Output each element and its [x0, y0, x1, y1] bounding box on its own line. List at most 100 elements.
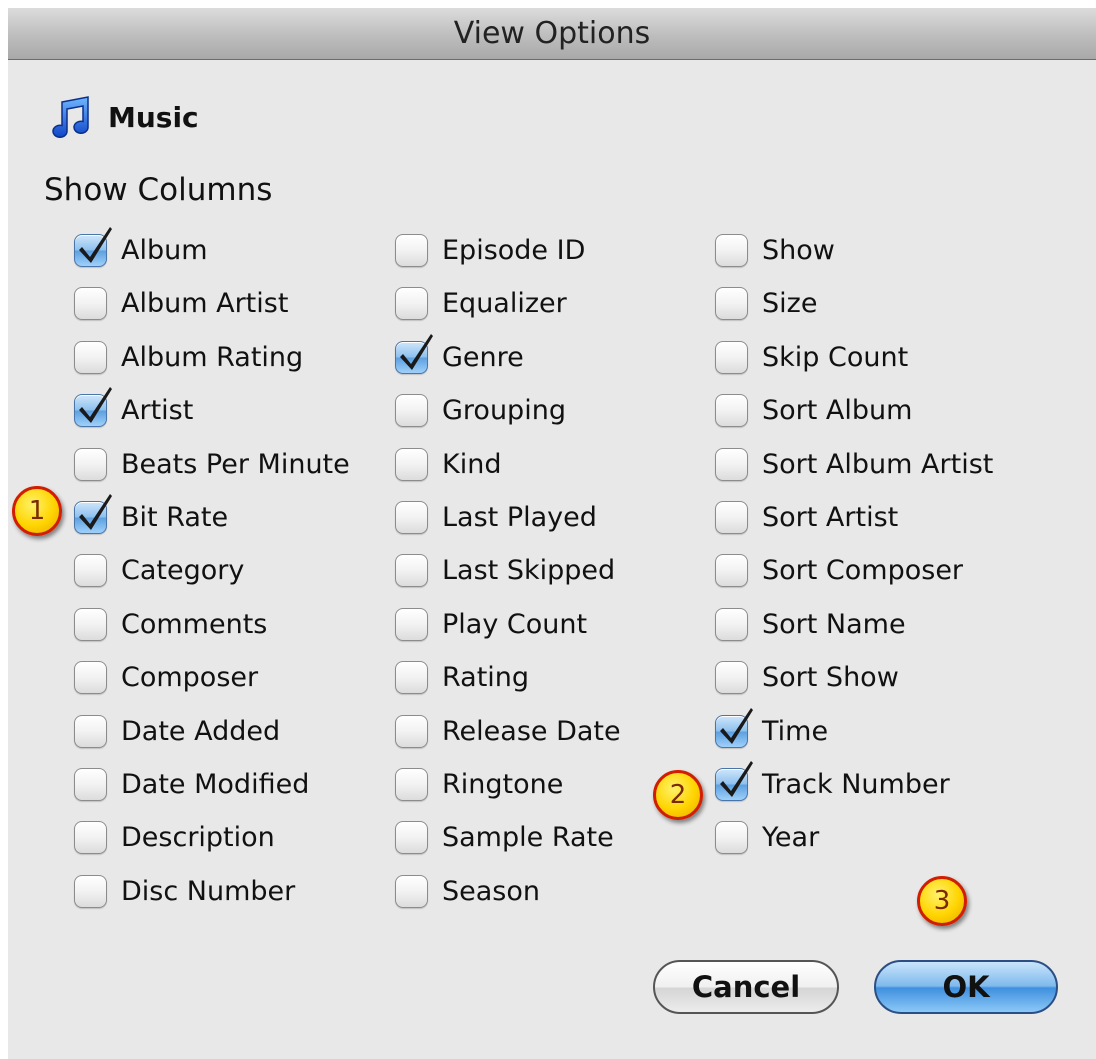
checkbox-unchecked[interactable] — [395, 500, 428, 534]
column-option-row[interactable]: Rating — [395, 657, 529, 697]
checkbox-unchecked[interactable] — [715, 393, 748, 427]
checkbox-unchecked[interactable] — [715, 500, 748, 534]
checkbox-label[interactable]: Kind — [442, 449, 501, 480]
column-option-row[interactable]: Show — [715, 230, 835, 270]
checkbox-label[interactable]: Beats Per Minute — [121, 449, 350, 480]
column-option-row[interactable]: Play Count — [395, 604, 587, 644]
column-option-row[interactable]: Time — [715, 707, 828, 751]
cancel-button[interactable]: Cancel — [653, 960, 839, 1014]
checkbox-label[interactable]: Category — [121, 555, 244, 586]
checkbox-label[interactable]: Time — [762, 716, 828, 747]
checkbox-label[interactable]: Sort Album — [762, 395, 912, 426]
column-option-row[interactable]: Beats Per Minute — [74, 444, 350, 484]
checkbox-label[interactable]: Track Number — [762, 769, 950, 800]
checkbox-label[interactable]: Album Rating — [121, 342, 303, 373]
column-option-row[interactable]: Sort Name — [715, 604, 906, 644]
checkbox-unchecked[interactable] — [715, 286, 748, 320]
checkbox-label[interactable]: Comments — [121, 609, 267, 640]
column-option-row[interactable]: Comments — [74, 604, 267, 644]
column-option-row[interactable]: Composer — [74, 657, 258, 697]
checkbox-label[interactable]: Disc Number — [121, 876, 295, 907]
checkbox-unchecked[interactable] — [395, 767, 428, 801]
column-option-row[interactable]: Episode ID — [395, 230, 585, 270]
checkbox-checked[interactable] — [74, 386, 112, 427]
checkbox-unchecked[interactable] — [395, 820, 428, 854]
checkbox-label[interactable]: Sample Rate — [442, 822, 614, 853]
checkbox-label[interactable]: Year — [762, 822, 819, 853]
checkbox-label[interactable]: Last Played — [442, 502, 597, 533]
column-option-row[interactable]: Kind — [395, 444, 501, 484]
checkbox-unchecked[interactable] — [715, 233, 748, 267]
column-option-row[interactable]: Genre — [395, 333, 524, 377]
column-option-row[interactable]: Sort Show — [715, 657, 899, 697]
checkbox-label[interactable]: Description — [121, 822, 275, 853]
checkbox-unchecked[interactable] — [74, 820, 107, 854]
column-option-row[interactable]: Sample Rate — [395, 817, 614, 857]
checkbox-label[interactable]: Album — [121, 235, 208, 266]
checkbox-label[interactable]: Grouping — [442, 395, 566, 426]
checkbox-label[interactable]: Date Modified — [121, 769, 309, 800]
column-option-row[interactable]: Size — [715, 283, 817, 323]
checkbox-label[interactable]: Equalizer — [442, 288, 567, 319]
checkbox-checked[interactable] — [74, 493, 112, 534]
checkbox-unchecked[interactable] — [395, 233, 428, 267]
checkbox-label[interactable]: Bit Rate — [121, 502, 228, 533]
ok-button[interactable]: OK — [874, 960, 1058, 1014]
column-option-row[interactable]: Sort Album — [715, 390, 912, 430]
checkbox-label[interactable]: Show — [762, 235, 835, 266]
checkbox-label[interactable]: Ringtone — [442, 769, 563, 800]
checkbox-unchecked[interactable] — [715, 660, 748, 694]
checkbox-checked[interactable] — [715, 760, 753, 801]
column-option-row[interactable]: Sort Album Artist — [715, 444, 993, 484]
column-option-row[interactable]: Artist — [74, 386, 193, 430]
column-option-row[interactable]: Track Number — [715, 760, 950, 804]
column-option-row[interactable]: Album Artist — [74, 283, 288, 323]
checkbox-unchecked[interactable] — [74, 340, 107, 374]
checkbox-label[interactable]: Sort Composer — [762, 555, 963, 586]
checkbox-label[interactable]: Sort Album Artist — [762, 449, 993, 480]
checkbox-label[interactable]: Release Date — [442, 716, 621, 747]
column-option-row[interactable]: Ringtone — [395, 764, 563, 804]
checkbox-unchecked[interactable] — [74, 874, 107, 908]
checkbox-label[interactable]: Season — [442, 876, 540, 907]
checkbox-label[interactable]: Last Skipped — [442, 555, 615, 586]
column-option-row[interactable]: Last Skipped — [395, 550, 615, 590]
checkbox-unchecked[interactable] — [715, 340, 748, 374]
checkbox-unchecked[interactable] — [395, 874, 428, 908]
checkbox-label[interactable]: Album Artist — [121, 288, 288, 319]
checkbox-label[interactable]: Play Count — [442, 609, 587, 640]
checkbox-unchecked[interactable] — [395, 447, 428, 481]
column-option-row[interactable]: Disc Number — [74, 871, 295, 911]
checkbox-checked[interactable] — [715, 707, 753, 748]
checkbox-label[interactable]: Episode ID — [442, 235, 585, 266]
column-option-row[interactable]: Description — [74, 817, 275, 857]
column-option-row[interactable]: Bit Rate — [74, 493, 228, 537]
checkbox-unchecked[interactable] — [715, 553, 748, 587]
checkbox-label[interactable]: Skip Count — [762, 342, 908, 373]
checkbox-label[interactable]: Genre — [442, 342, 524, 373]
checkbox-unchecked[interactable] — [395, 286, 428, 320]
column-option-row[interactable]: Last Played — [395, 497, 597, 537]
checkbox-label[interactable]: Sort Name — [762, 609, 906, 640]
checkbox-unchecked[interactable] — [395, 393, 428, 427]
checkbox-unchecked[interactable] — [395, 660, 428, 694]
column-option-row[interactable]: Equalizer — [395, 283, 567, 323]
checkbox-label[interactable]: Size — [762, 288, 817, 319]
checkbox-unchecked[interactable] — [715, 607, 748, 641]
checkbox-unchecked[interactable] — [74, 553, 107, 587]
checkbox-unchecked[interactable] — [74, 286, 107, 320]
checkbox-unchecked[interactable] — [715, 820, 748, 854]
column-option-row[interactable]: Album — [74, 226, 208, 270]
column-option-row[interactable]: Date Added — [74, 711, 280, 751]
checkbox-label[interactable]: Artist — [121, 395, 193, 426]
checkbox-checked[interactable] — [74, 226, 112, 267]
column-option-row[interactable]: Year — [715, 817, 819, 857]
column-option-row[interactable]: Release Date — [395, 711, 621, 751]
column-option-row[interactable]: Album Rating — [74, 337, 303, 377]
checkbox-unchecked[interactable] — [74, 714, 107, 748]
checkbox-unchecked[interactable] — [74, 767, 107, 801]
checkbox-unchecked[interactable] — [74, 660, 107, 694]
checkbox-unchecked[interactable] — [715, 447, 748, 481]
checkbox-label[interactable]: Rating — [442, 662, 529, 693]
checkbox-label[interactable]: Sort Show — [762, 662, 899, 693]
